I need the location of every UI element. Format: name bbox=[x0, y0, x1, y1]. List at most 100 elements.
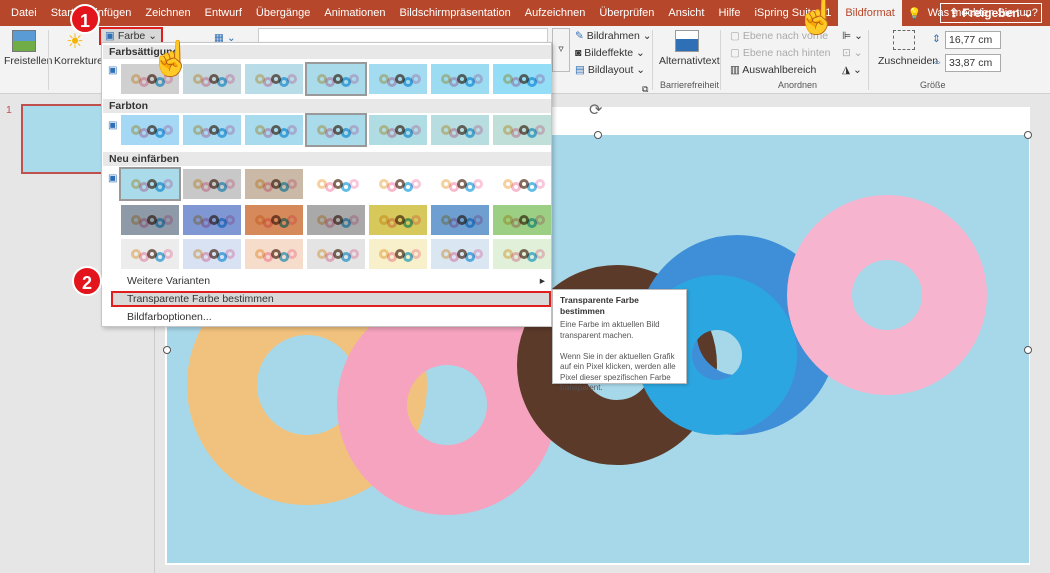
width-input[interactable]: 33,87 cm bbox=[945, 54, 1001, 72]
donut-mini bbox=[163, 249, 173, 259]
color-swatch-recolor1[interactable] bbox=[431, 169, 489, 199]
rotate-handle-icon[interactable]: ⟳ bbox=[589, 100, 602, 120]
tab-3[interactable]: Zeichnen bbox=[138, 0, 197, 26]
donut-mini bbox=[349, 179, 359, 189]
color-swatch-tone[interactable] bbox=[183, 115, 241, 145]
tab-9[interactable]: Überprüfen bbox=[592, 0, 661, 26]
label: Ebene nach hinten bbox=[742, 47, 831, 59]
color-swatch-recolor2[interactable] bbox=[307, 205, 365, 235]
send-backward-button[interactable]: ▢ Ebene nach hinten bbox=[730, 47, 830, 59]
alt-text-button[interactable]: Alternativtext bbox=[659, 55, 720, 67]
picture-effects-button[interactable]: ◙ Bildeffekte ⌄ bbox=[575, 47, 645, 59]
picture-color-options-item[interactable]: Bildfarboptionen... bbox=[103, 309, 551, 325]
set-transparent-color-item[interactable]: Transparente Farbe bestimmen bbox=[111, 291, 551, 307]
color-swatch-recolor1[interactable] bbox=[183, 169, 241, 199]
group-icon[interactable]: ⊡ ⌄ bbox=[842, 47, 863, 59]
donut-mini bbox=[225, 125, 235, 135]
picture-border-button[interactable]: ✎ Bildrahmen ⌄ bbox=[575, 30, 652, 42]
color-swatch-saturation[interactable] bbox=[431, 64, 489, 94]
resize-handle[interactable] bbox=[1024, 131, 1032, 139]
height-input[interactable]: 16,77 cm bbox=[945, 31, 1001, 49]
selection-pane-button[interactable]: ▥ Auswahlbereich bbox=[730, 64, 816, 76]
color-swatch-recolor1[interactable] bbox=[245, 169, 303, 199]
section-icon: ▣ bbox=[108, 173, 118, 184]
tab-10[interactable]: Ansicht bbox=[661, 0, 711, 26]
color-swatch-saturation[interactable] bbox=[369, 64, 427, 94]
color-dropdown-menu: Farbsättigung Farbton Neu einfärben Weit… bbox=[101, 42, 552, 327]
donut-mini bbox=[287, 125, 297, 135]
color-swatch-tone[interactable] bbox=[245, 115, 303, 145]
resize-handle[interactable] bbox=[1024, 346, 1032, 354]
tooltip: Transparente Farbe bestimmen Eine Farbe … bbox=[552, 289, 687, 392]
remove-background-button[interactable]: Freistellen bbox=[4, 55, 52, 67]
dialog-launcher-icon[interactable]: ⧉ bbox=[642, 84, 648, 95]
rotate-icon[interactable]: ◮ ⌄ bbox=[842, 64, 862, 76]
color-swatch-recolor2[interactable] bbox=[369, 205, 427, 235]
color-swatch-tone[interactable] bbox=[431, 115, 489, 145]
donut-mini bbox=[349, 215, 359, 225]
label: Bildeffekte bbox=[584, 47, 634, 59]
donut-mini bbox=[225, 74, 235, 84]
color-swatch-saturation[interactable] bbox=[493, 64, 551, 94]
color-swatch-recolor2[interactable] bbox=[245, 205, 303, 235]
color-swatch-recolor3[interactable] bbox=[307, 239, 365, 269]
label: Auswahlbereich bbox=[742, 64, 817, 76]
resize-handle[interactable] bbox=[594, 131, 602, 139]
tab-5[interactable]: Übergänge bbox=[249, 0, 317, 26]
donut-mini bbox=[225, 249, 235, 259]
group-label-size: Größe bbox=[920, 80, 946, 90]
color-swatch-saturation[interactable] bbox=[245, 64, 303, 94]
tab-0[interactable]: Datei bbox=[4, 0, 44, 26]
color-swatch-recolor3[interactable] bbox=[493, 239, 551, 269]
tab-7[interactable]: Bildschirmpräsentation bbox=[393, 0, 518, 26]
donut-mini bbox=[411, 125, 421, 135]
group-label-accessibility: Barrierefreiheit bbox=[660, 80, 720, 90]
color-swatch-recolor1[interactable] bbox=[307, 169, 365, 199]
more-variations-item[interactable]: Weitere Varianten ▸ bbox=[103, 273, 551, 289]
remove-background-icon bbox=[12, 30, 36, 52]
color-swatch-recolor1[interactable] bbox=[369, 169, 427, 199]
color-swatch-recolor1[interactable] bbox=[119, 167, 181, 201]
color-swatch-tone[interactable] bbox=[369, 115, 427, 145]
lightbulb-icon: 💡 bbox=[907, 7, 922, 20]
tab-11[interactable]: Hilfe bbox=[711, 0, 747, 26]
color-swatch-recolor2[interactable] bbox=[431, 205, 489, 235]
donut-mini bbox=[163, 179, 173, 189]
layout-icon: ▤ bbox=[575, 64, 585, 76]
share-button[interactable]: ⇪ Freigeben ⌄ bbox=[939, 3, 1042, 23]
align-icon[interactable]: ⊫ ⌄ bbox=[842, 30, 863, 42]
color-swatch-saturation[interactable] bbox=[305, 62, 367, 96]
color-swatch-recolor2[interactable] bbox=[121, 205, 179, 235]
picture-layout-button[interactable]: ▤ Bildlayout ⌄ bbox=[575, 64, 645, 76]
resize-handle[interactable] bbox=[163, 346, 171, 354]
color-swatch-recolor1[interactable] bbox=[493, 169, 551, 199]
donut-mini bbox=[473, 179, 483, 189]
tab-8[interactable]: Aufzeichnen bbox=[518, 0, 593, 26]
color-swatch-tone[interactable] bbox=[121, 115, 179, 145]
donut-mini bbox=[411, 74, 421, 84]
tab-13[interactable]: Bildformat bbox=[838, 0, 902, 26]
color-swatch-recolor3[interactable] bbox=[245, 239, 303, 269]
hand-cursor-icon: ☝ bbox=[796, 0, 839, 36]
color-swatch-recolor2[interactable] bbox=[183, 205, 241, 235]
color-swatch-recolor3[interactable] bbox=[121, 239, 179, 269]
slide-number: 1 bbox=[6, 104, 12, 116]
tab-4[interactable]: Entwurf bbox=[198, 0, 249, 26]
section-recolor: Neu einfärben bbox=[103, 152, 551, 166]
donut-mini bbox=[225, 179, 235, 189]
donut-mini bbox=[535, 249, 545, 259]
color-swatch-tone[interactable] bbox=[305, 113, 367, 147]
gallery-more-button[interactable]: ▿ bbox=[552, 28, 570, 72]
crop-icon bbox=[893, 30, 915, 50]
color-swatch-recolor3[interactable] bbox=[369, 239, 427, 269]
donut-mini bbox=[349, 249, 359, 259]
donut-mini bbox=[473, 74, 483, 84]
color-swatch-tone[interactable] bbox=[493, 115, 551, 145]
color-swatch-recolor2[interactable] bbox=[493, 205, 551, 235]
color-swatch-recolor3[interactable] bbox=[183, 239, 241, 269]
donut-mini bbox=[473, 249, 483, 259]
donut-mini bbox=[535, 215, 545, 225]
color-swatch-recolor3[interactable] bbox=[431, 239, 489, 269]
tab-6[interactable]: Animationen bbox=[317, 0, 392, 26]
crop-button[interactable]: Zuschneiden bbox=[878, 55, 938, 67]
